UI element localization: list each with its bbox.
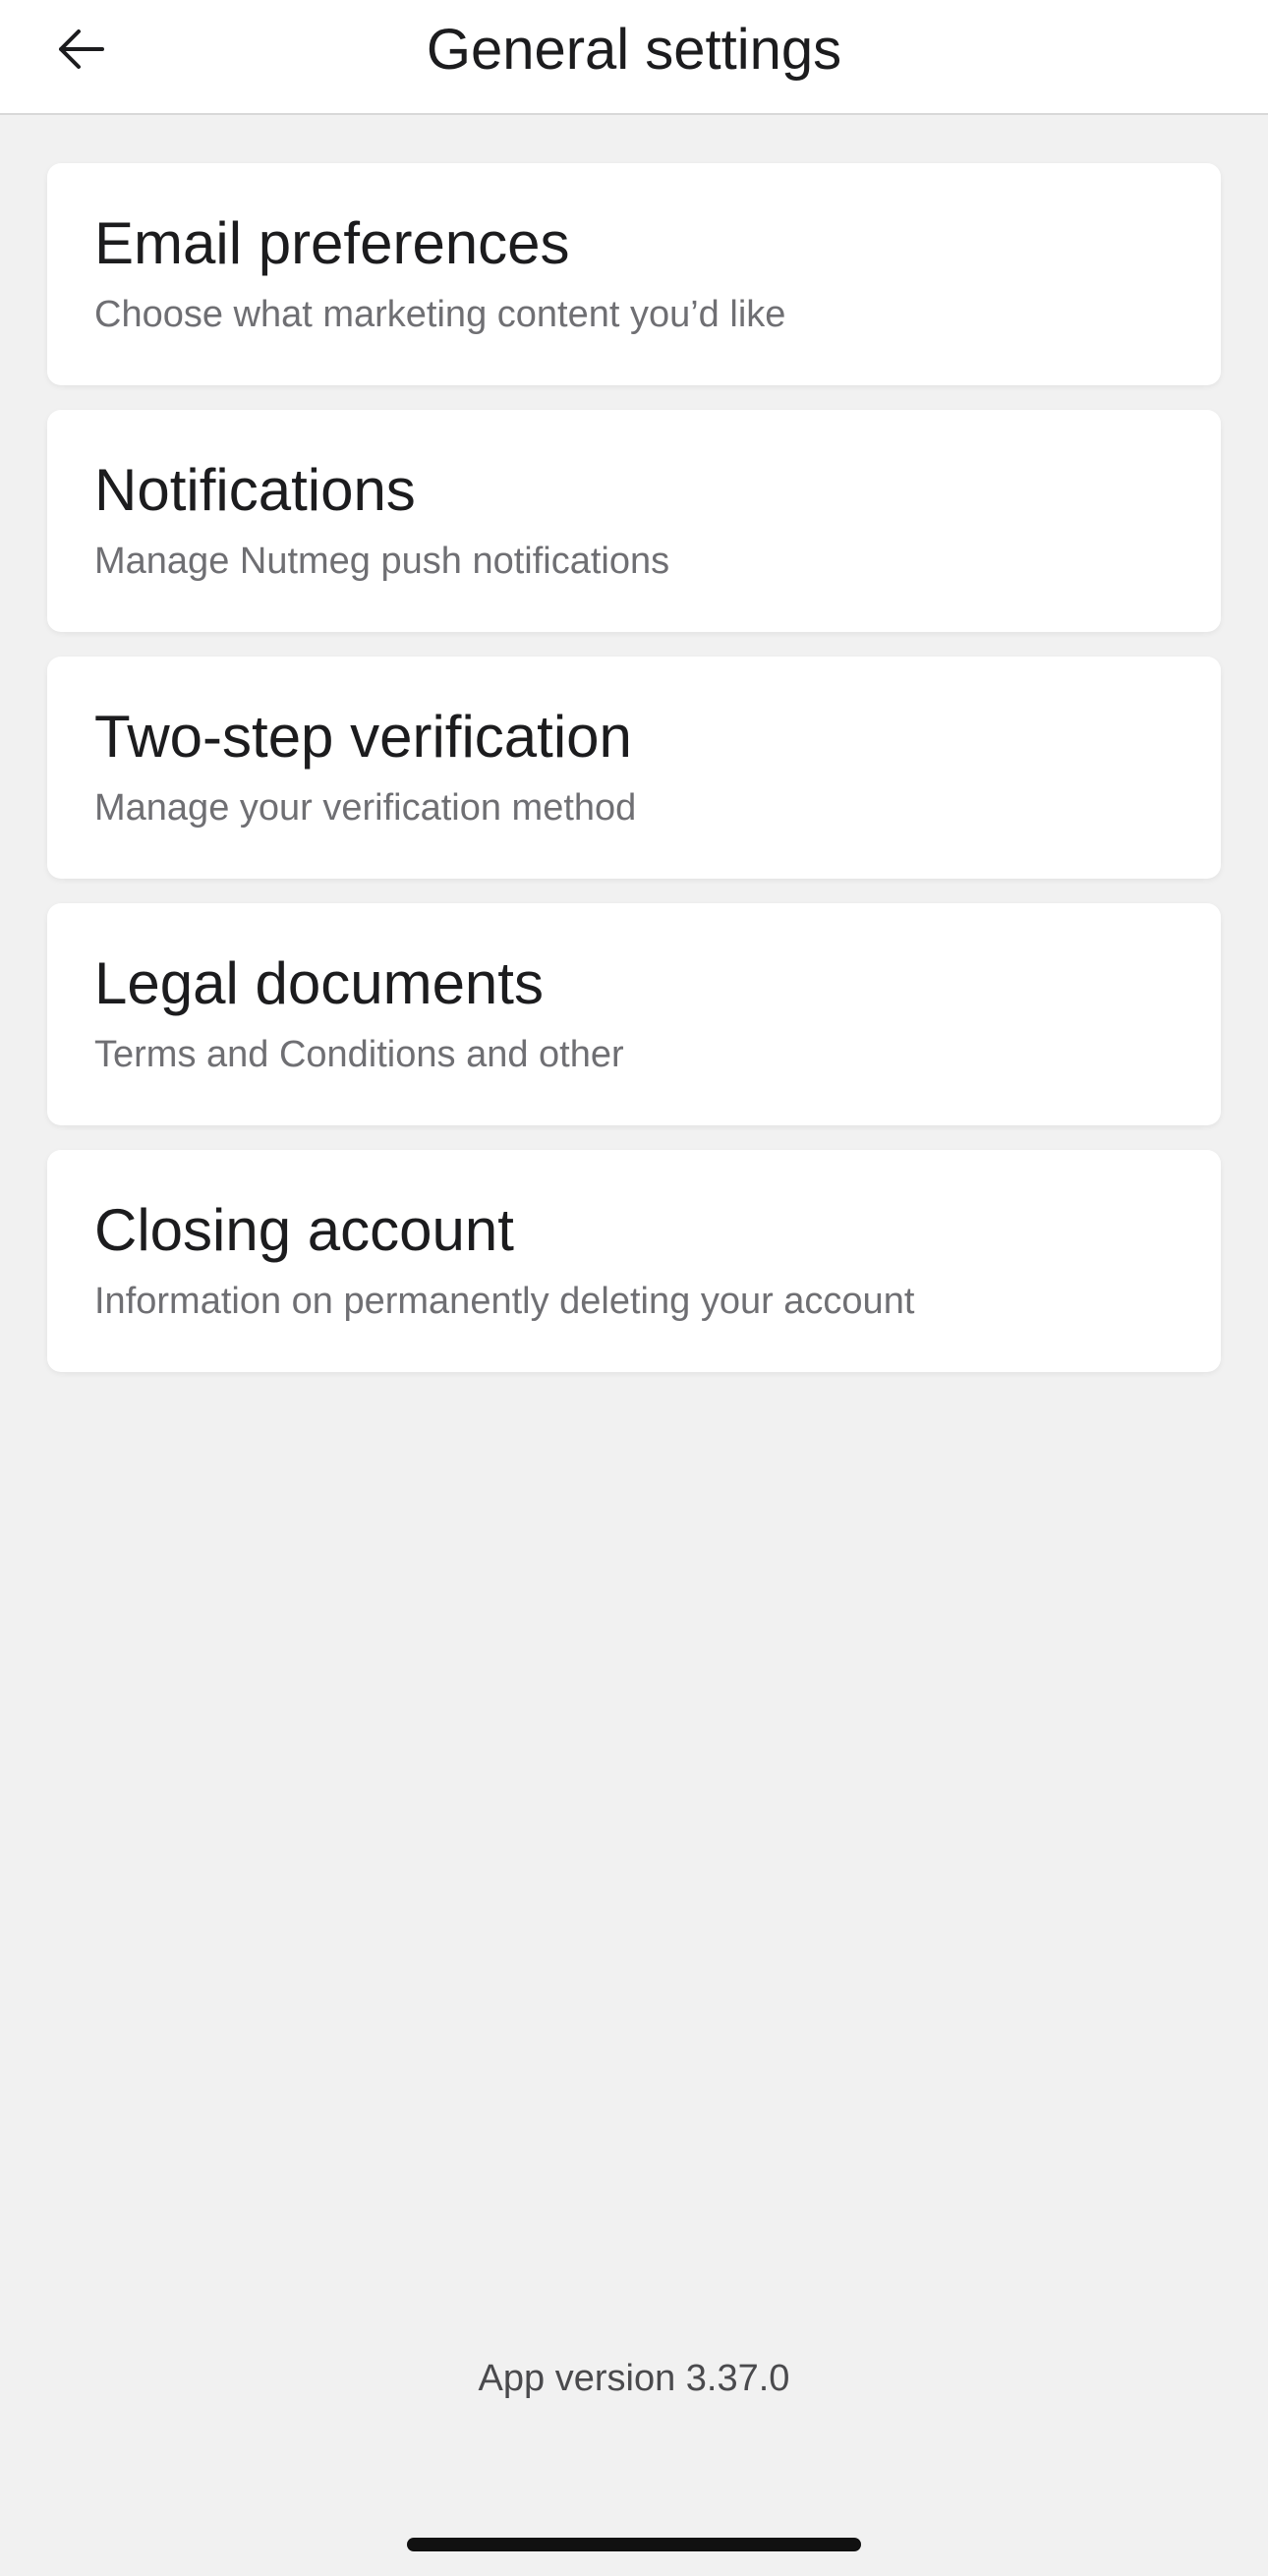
home-indicator[interactable] xyxy=(407,2538,861,2551)
settings-item-subtitle: Manage your verification method xyxy=(94,787,637,829)
settings-item-subtitle: Terms and Conditions and other xyxy=(94,1034,624,1075)
settings-item-subtitle: Manage Nutmeg push notifications xyxy=(94,541,670,582)
settings-item-email-preferences[interactable]: Email preferences Choose what marketing … xyxy=(47,163,1221,385)
settings-list: Email preferences Choose what marketing … xyxy=(47,163,1221,1397)
settings-item-subtitle: Choose what marketing content you’d like xyxy=(94,294,786,335)
app-version-label: App version 3.37.0 xyxy=(478,2358,790,2399)
settings-item-title: Closing account xyxy=(94,1197,514,1263)
settings-item-subtitle: Information on permanently deleting your… xyxy=(94,1281,915,1322)
settings-item-closing-account[interactable]: Closing account Information on permanent… xyxy=(47,1150,1221,1372)
settings-item-title: Email preferences xyxy=(94,210,570,276)
settings-item-two-step-verification[interactable]: Two-step verification Manage your verifi… xyxy=(47,657,1221,879)
settings-item-title: Notifications xyxy=(94,457,416,523)
settings-item-title: Two-step verification xyxy=(94,704,632,770)
settings-item-legal-documents[interactable]: Legal documents Terms and Conditions and… xyxy=(47,903,1221,1125)
page-title: General settings xyxy=(426,18,842,82)
settings-item-title: Legal documents xyxy=(94,950,544,1016)
top-nav-bar: General settings xyxy=(0,0,1268,115)
settings-item-notifications[interactable]: Notifications Manage Nutmeg push notific… xyxy=(47,410,1221,632)
